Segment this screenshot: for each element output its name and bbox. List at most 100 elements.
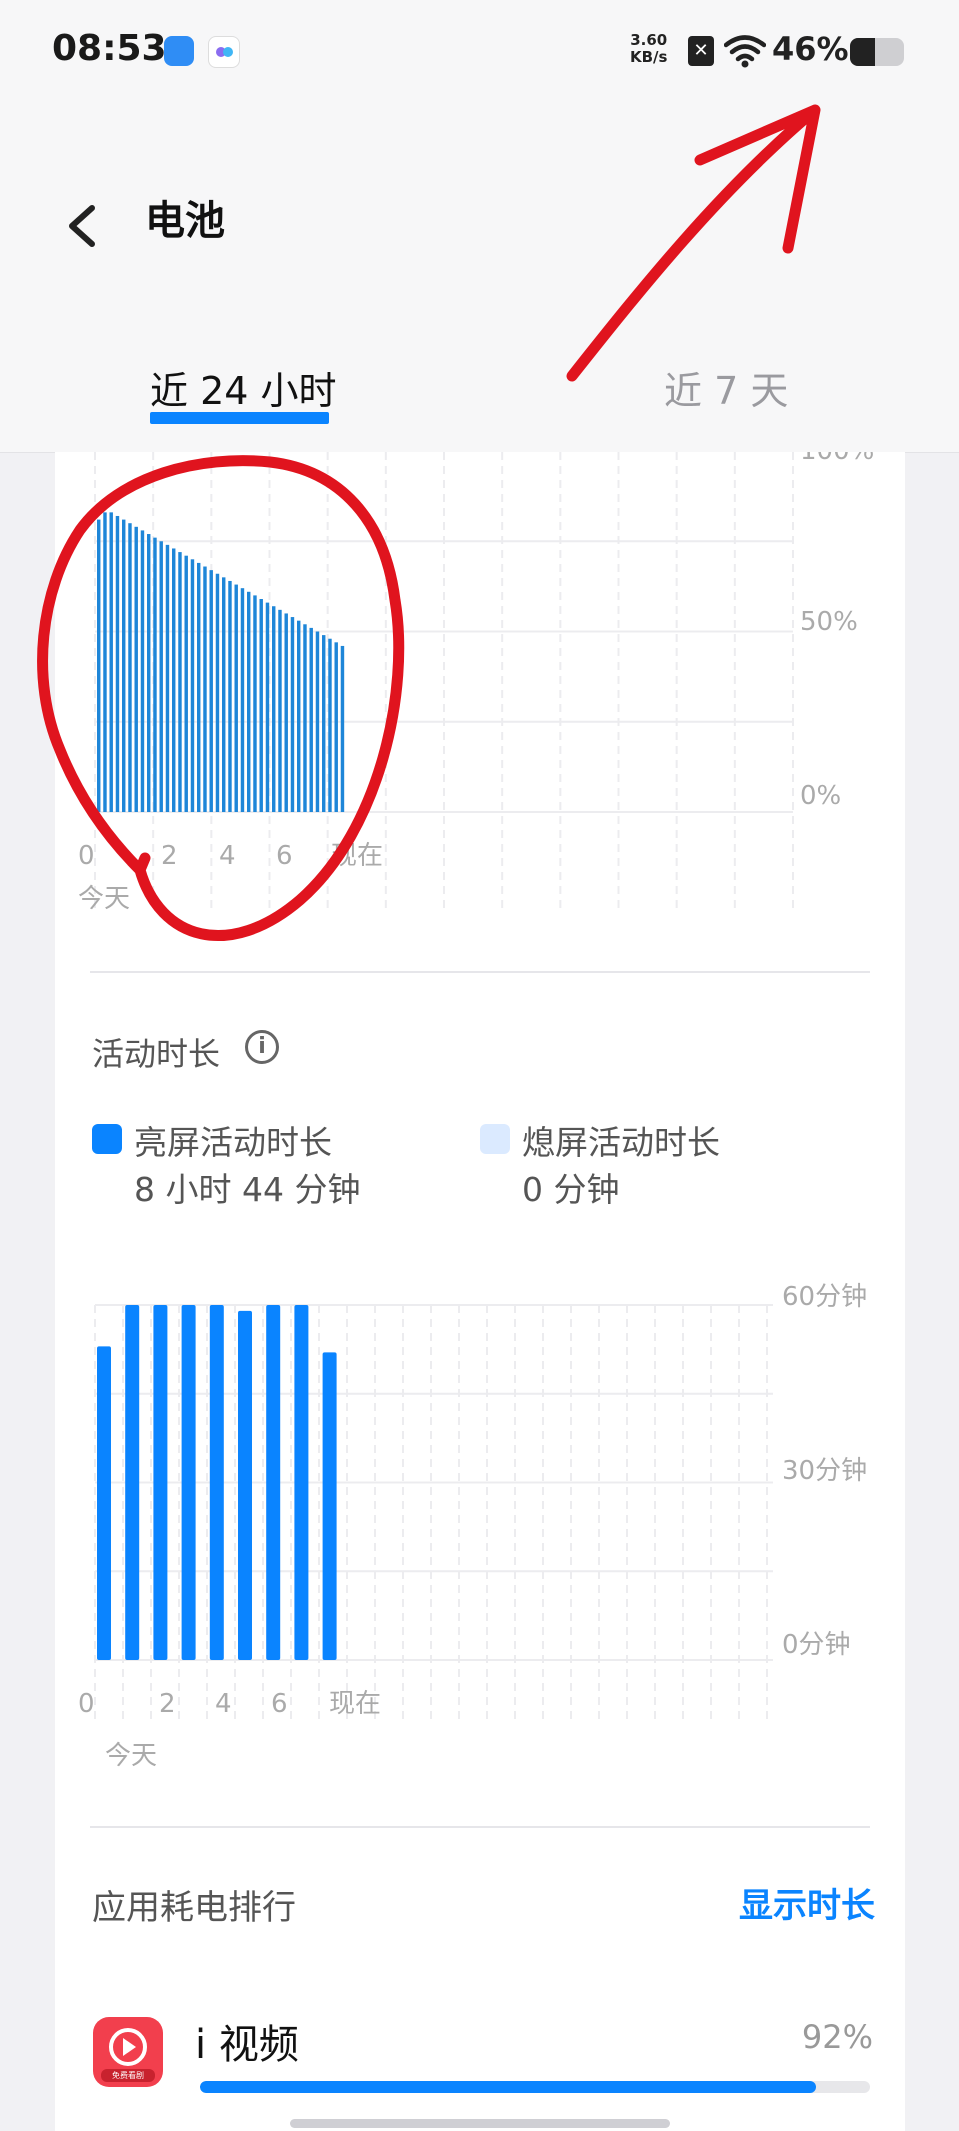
show-duration-button[interactable]: 显示时长	[739, 1878, 875, 1927]
activity-x-sub-today: 今天	[105, 1741, 158, 1771]
activity-duration-bar	[294, 1305, 309, 1660]
battery-level-bar	[172, 548, 176, 812]
battery-percent: 46%	[772, 30, 849, 68]
activity-x-tick-now: 现在	[329, 1689, 381, 1719]
battery-level-bar	[128, 523, 132, 812]
battery-level-bar	[190, 559, 195, 812]
app-percent: 92%	[801, 2018, 873, 2056]
battery-level-bar	[322, 635, 326, 812]
activity-x-tick: 4	[215, 1689, 232, 1719]
app-ranking-title: 应用耗电排行	[92, 1888, 296, 1928]
wifi-icon	[724, 35, 766, 68]
activity-x-tick: 2	[159, 1689, 176, 1719]
activity-duration-bar	[97, 1346, 111, 1660]
battery-level-bar	[134, 526, 138, 812]
activity-duration-bar	[238, 1310, 252, 1660]
tab-24-hours[interactable]: 近 24 小时	[150, 360, 337, 415]
screen-on-value: 8 小时 44 分钟	[134, 1170, 361, 1209]
battery-x-sub-today: 今天	[78, 884, 130, 914]
battery-level-bar	[165, 544, 170, 812]
activity-duration-bar	[125, 1305, 140, 1660]
divider	[90, 971, 870, 973]
home-indicator[interactable]	[290, 2119, 670, 2128]
battery-level-bar	[184, 555, 188, 812]
battery-level-bar	[309, 627, 313, 812]
page-title: 电池	[145, 198, 225, 244]
network-speed-value: 3.60	[630, 31, 668, 49]
battery-level-bar	[297, 620, 301, 812]
battery-level-bar	[147, 534, 151, 812]
battery-level-bar	[278, 609, 282, 812]
battery-y-tick-50: 50%	[800, 607, 858, 637]
activity-duration-bar	[266, 1305, 281, 1660]
activity-y-tick-30: 30分钟	[782, 1456, 867, 1486]
activity-y-tick-0: 0分钟	[782, 1630, 851, 1660]
battery-level-bar	[303, 624, 307, 812]
battery-level-bar	[265, 602, 270, 812]
battery-level-bar	[122, 519, 126, 812]
battery-y-tick-0: 0%	[800, 781, 841, 811]
battery-level-bar	[222, 577, 226, 812]
battery-level-bar	[178, 552, 182, 812]
battery-y-tick-100: 100%	[800, 452, 874, 466]
activity-duration-bar	[209, 1305, 224, 1660]
battery-level-bar	[109, 512, 113, 812]
ivideo-app-icon: 免费看剧	[93, 2017, 163, 2087]
battery-level-bar	[203, 566, 207, 812]
activity-duration-bar	[153, 1305, 168, 1660]
battery-level-bar	[247, 591, 251, 812]
back-icon[interactable]	[56, 190, 106, 260]
battery-level	[850, 38, 875, 66]
battery-level-bar	[215, 573, 220, 812]
battery-level-bar	[234, 584, 238, 812]
battery-level-bar	[153, 537, 157, 812]
app-icon-caption: 免费看剧	[112, 2071, 144, 2080]
divider	[90, 1826, 870, 1828]
battery-level-bar	[209, 570, 213, 812]
battery-x-tick: 6	[276, 841, 293, 871]
clock: 08:53	[52, 28, 167, 69]
battery-x-tick: 4	[219, 841, 236, 871]
network-speed: 3.60 KB/s	[630, 32, 667, 66]
battery-x-tick: 0	[78, 841, 95, 871]
sim-off-icon: ✕	[688, 36, 714, 66]
activity-duration-bar	[322, 1352, 337, 1660]
battery-level-bar	[272, 606, 276, 812]
battery-level-bar	[228, 580, 232, 812]
battery-level-bar	[328, 638, 332, 812]
battery-icon	[850, 38, 904, 66]
screen-on-label: 亮屏活动时长	[134, 1123, 332, 1162]
screen-off-legend-swatch	[480, 1124, 510, 1154]
battery-level-bar	[334, 642, 338, 812]
activity-x-tick: 0	[78, 1689, 95, 1719]
battery-level-chart: 100% 50% 0% 0 2 4 6 现在 今天	[78, 452, 874, 914]
screen-off-value: 0 分钟	[522, 1170, 620, 1209]
info-icon[interactable]: i	[245, 1030, 279, 1064]
activity-title: 活动时长	[92, 1035, 221, 1073]
battery-level-bar	[97, 519, 101, 812]
app-usage-bar-fill	[200, 2081, 817, 2093]
tab-7-days[interactable]: 近 7 天	[664, 360, 788, 415]
battery-level-bar	[197, 562, 201, 812]
battery-level-bar	[159, 541, 163, 812]
battery-x-tick-now: 现在	[331, 841, 383, 871]
activity-duration-bar	[181, 1305, 196, 1660]
battery-card: 100% 50% 0% 0 2 4 6 现在 今天 活动时长 i 亮屏活动时长 …	[55, 452, 905, 2131]
app-name: i 视频	[195, 2022, 299, 2068]
assistant-notification-icon	[208, 36, 240, 68]
battery-level-bar	[240, 588, 245, 812]
page-header: 电池 近 24 小时 近 7 天	[0, 110, 959, 453]
activity-x-tick: 6	[271, 1689, 288, 1719]
battery-level-bar	[290, 617, 295, 812]
status-bar: 08:53 3.60 KB/s ✕ 46%	[0, 0, 959, 110]
battery-level-bar	[103, 512, 107, 812]
battery-level-bar	[315, 631, 320, 812]
battery-x-tick: 2	[161, 841, 178, 871]
active-tab-indicator	[150, 412, 329, 424]
network-speed-unit: KB/s	[630, 48, 668, 66]
battery-level-bar	[115, 515, 120, 812]
battery-level-bar	[284, 613, 288, 812]
battery-level-bar	[253, 595, 257, 812]
activity-y-tick-60: 60分钟	[782, 1282, 867, 1312]
screen-off-label: 熄屏活动时长	[522, 1123, 720, 1162]
